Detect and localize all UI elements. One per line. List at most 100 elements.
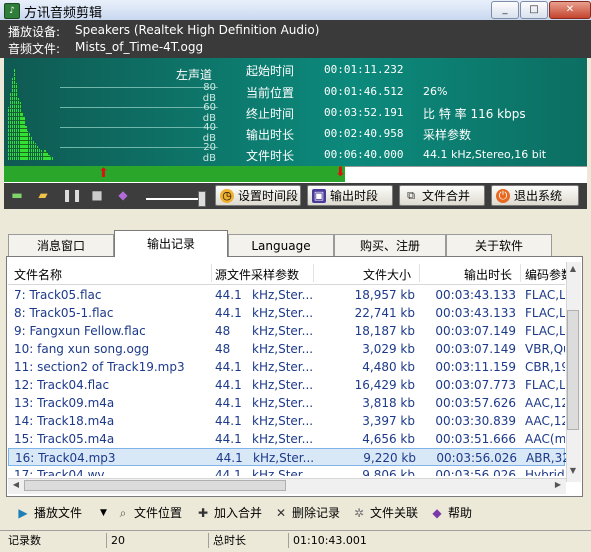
file-association-button[interactable]: ✲ 文件关联 (352, 504, 418, 522)
end-time-label: 终止时间 (246, 107, 295, 121)
cell-filename: 10: fang xun song.ogg (14, 342, 150, 356)
play-icon: ▶ (18, 506, 28, 520)
set-time-range-button[interactable]: ◷ 设置时间段 (215, 185, 301, 206)
cell-size: 3,818 kb (362, 396, 415, 410)
cell-size: 16,429 kb (354, 378, 415, 392)
tab-purchase[interactable]: 购买、注册 (334, 234, 446, 256)
volume-slider-thumb[interactable] (198, 191, 206, 207)
horizontal-scroll-thumb[interactable] (24, 480, 286, 491)
scroll-down-icon[interactable]: ▼ (567, 466, 579, 475)
table-row[interactable]: 11: section2 of Track19.mp3 44.1 kHz,Ster.… (8, 358, 565, 376)
table-row[interactable]: 15: Track05.m4a 44.1 kHz,Ster... 4,656 kb 00… (8, 430, 565, 448)
cell-params: kHz,Ster... (252, 378, 314, 392)
cell-codec: FLAC,Le (525, 324, 565, 338)
cell-params: kHz,Ster... (252, 414, 314, 428)
help-label: 帮助 (448, 506, 473, 520)
table-row[interactable]: 16: Track04.mp3 44.1 kHz,Ster... 9,220 kb 00… (8, 448, 566, 466)
start-time-value: 00:01:11.232 (324, 63, 404, 76)
cell-duration: 00:03:07.773 (435, 378, 516, 392)
cell-rate: 44.1 (215, 468, 242, 476)
cell-duration: 00:03:51.666 (435, 432, 516, 446)
output-segment-button[interactable]: ▣ 输出时段 (307, 185, 393, 206)
table-row[interactable]: 10: fang xun song.ogg 48 kHz,Ster... 3,029 … (8, 340, 565, 358)
cell-codec: AAC(ms (525, 432, 565, 446)
table-row[interactable]: 12: Track04.flac 44.1 kHz,Ster... 16,429 kb… (8, 376, 565, 394)
position-value: 00:01:46.512 (324, 85, 404, 98)
table-row[interactable]: 7: Track05.flac 44.1 kHz,Ster... 18,957 kb 0… (8, 286, 565, 304)
start-marker-icon[interactable]: ⬆ (98, 166, 109, 181)
stop-icon[interactable]: ■ (90, 188, 104, 202)
cell-duration: 00:03:43.133 (435, 288, 516, 302)
window-title: 方讯音频剪辑 (24, 6, 103, 21)
cell-codec: VBR,Qu (525, 342, 565, 356)
end-marker-icon[interactable]: ⬇ (335, 165, 346, 180)
cell-params: kHz,Ster... (252, 306, 314, 320)
file-duration-label: 文件时长 (246, 149, 295, 163)
cell-codec: ABR,32 (526, 451, 566, 465)
table-row[interactable]: 17: Track04.wv 44.1 kHz,Ster... 9,806 kb 00:… (8, 466, 565, 476)
exit-button[interactable]: ⏻ 退出系统 (491, 185, 579, 206)
output-duration-value: 00:02:40.958 (324, 127, 404, 140)
cell-params: kHz,Ster... (252, 432, 314, 446)
cell-filename: 14: Track18.m4a (14, 414, 115, 428)
output-duration-label: 输出时长 (246, 128, 295, 142)
book-icon[interactable]: ◆ (116, 188, 130, 202)
cell-codec: FLAC,Le (525, 306, 565, 320)
cell-codec: FLAC,Le (525, 378, 565, 392)
progress-fill (4, 166, 346, 182)
position-percent: 26% (423, 85, 448, 98)
play-dropdown-icon[interactable]: ▼ (100, 504, 107, 522)
db-label: 60 dB (202, 102, 216, 124)
tab-language[interactable]: Language (228, 234, 334, 256)
open-folder-icon[interactable]: ▰ (36, 188, 50, 202)
table-row[interactable]: 9: Fangxun Fellow.flac 48 kHz,Ster... 18,18… (8, 322, 565, 340)
merge-files-label: 文件合并 (422, 189, 471, 203)
tab-about[interactable]: 关于软件 (446, 234, 552, 256)
scroll-right-icon[interactable]: ▶ (552, 480, 564, 489)
tab-output-records[interactable]: 输出记录 (114, 230, 228, 257)
search-icon: ⌕ (119, 506, 127, 520)
maximize-button[interactable]: □ (520, 1, 548, 19)
help-button[interactable]: ◆ 帮助 (430, 504, 472, 522)
add-merge-button[interactable]: ✚ 加入合并 (196, 504, 262, 522)
gear-icon: ✲ (353, 506, 365, 520)
col-output-duration[interactable]: 输出时长 (464, 266, 512, 283)
tab-messages[interactable]: 消息窗口 (8, 234, 114, 256)
cell-rate: 48 (215, 324, 231, 338)
cell-params: kHz,Ster... (252, 360, 314, 374)
cell-filename: 13: Track09.m4a (14, 396, 115, 410)
col-file-size[interactable]: 文件大小 (363, 266, 411, 283)
scroll-left-icon[interactable]: ◀ (10, 480, 22, 489)
device-icon[interactable]: ▬ (10, 188, 24, 202)
pause-icon[interactable]: ❚❚ (62, 188, 82, 202)
cell-params: kHz,Ster... (252, 324, 314, 338)
cell-duration: 00:03:30.839 (435, 414, 516, 428)
cell-params: kHz,Ster... (252, 396, 314, 410)
merge-icon: ⧉ (407, 189, 415, 202)
db-label: 40 dB (202, 122, 216, 144)
delete-record-label: 删除记录 (292, 506, 341, 520)
table-row[interactable]: 14: Track18.m4a 44.1 kHz,Ster... 3,397 kb 00… (8, 412, 565, 430)
file-location-button[interactable]: ⌕ 文件位置 (116, 504, 182, 522)
vertical-scroll-thumb[interactable] (567, 310, 579, 430)
col-filename[interactable]: 文件名称 (14, 266, 62, 283)
table-row[interactable]: 13: Track09.m4a 44.1 kHz,Ster... 3,818 kb 00… (8, 394, 565, 412)
col-sample-params[interactable]: 源文件采样参数 (215, 266, 299, 283)
col-separator (313, 264, 314, 282)
merge-files-button[interactable]: ⧉ 文件合并 (399, 185, 485, 206)
cell-params: kHz,Ster... (252, 288, 314, 302)
position-label: 当前位置 (246, 86, 295, 100)
play-file-button[interactable]: ▶ 播放文件 (16, 504, 82, 522)
scroll-up-icon[interactable]: ▲ (567, 264, 579, 273)
vu-bar (52, 157, 54, 160)
cell-filename: 12: Track04.flac (14, 378, 110, 392)
close-button[interactable]: ✕ (549, 1, 591, 19)
volume-slider[interactable] (146, 198, 206, 200)
cell-filename: 9: Fangxun Fellow.flac (14, 324, 146, 338)
cell-duration: 00:03:07.149 (435, 342, 516, 356)
delete-record-button[interactable]: ✕ 删除记录 (274, 504, 340, 522)
cell-rate: 44.1 (215, 306, 242, 320)
exit-icon: ⏻ (496, 189, 510, 203)
table-row[interactable]: 8: Track05-1.flac 44.1 kHz,Ster... 22,741 k… (8, 304, 565, 322)
minimize-button[interactable]: _ (491, 1, 519, 19)
